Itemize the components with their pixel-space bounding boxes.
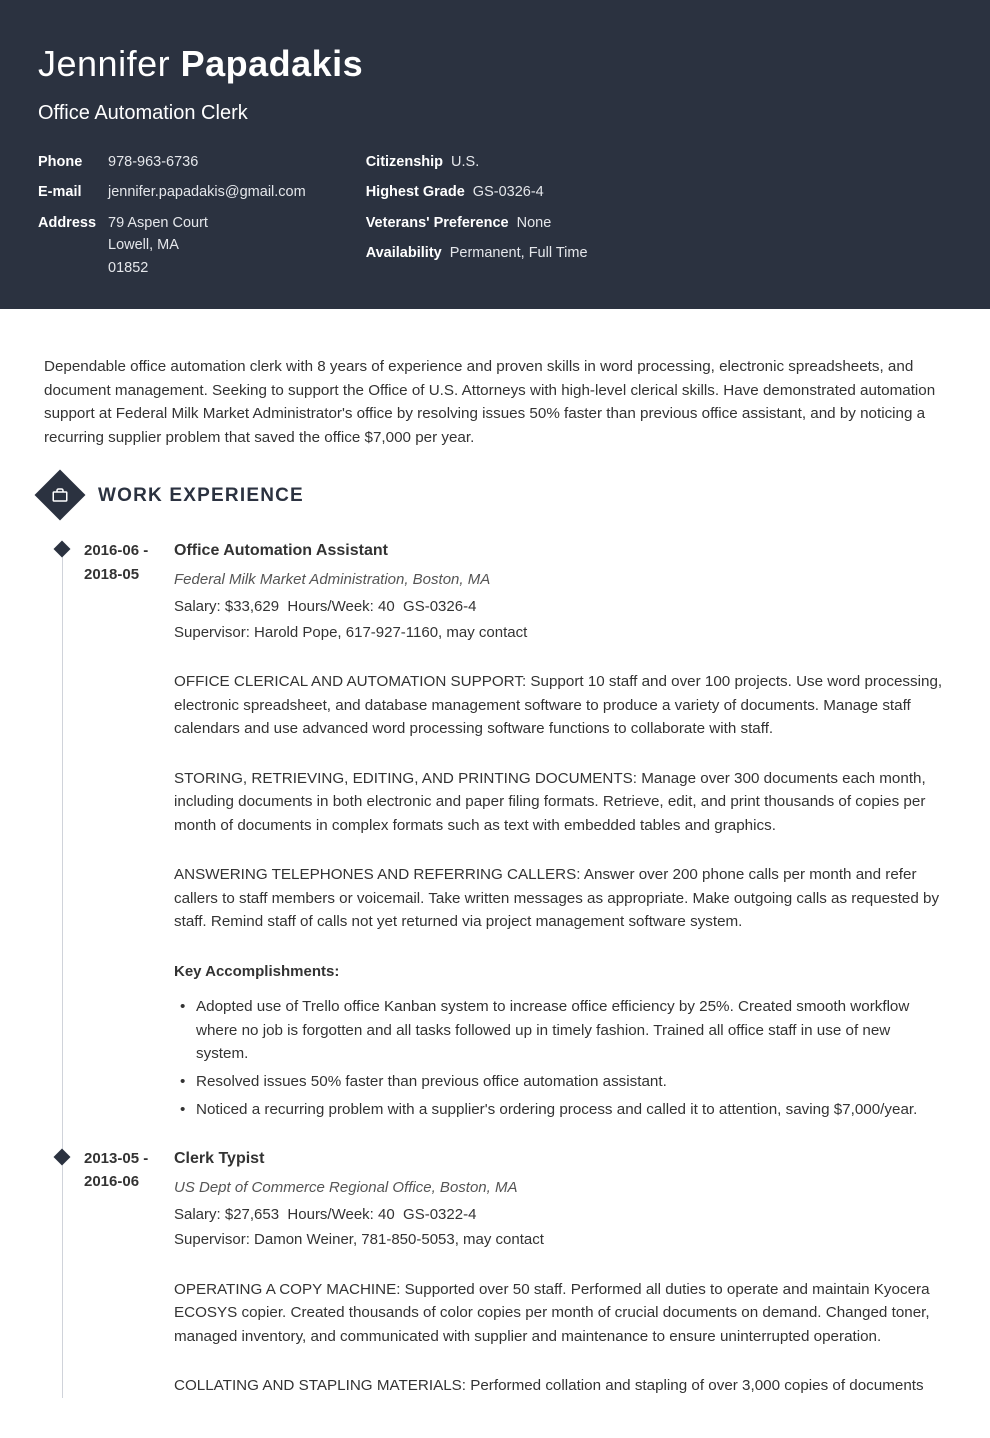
citizenship-row: Citizenship U.S. — [366, 151, 588, 173]
job-supervisor: Supervisor: Harold Pope, 617-927-1160, m… — [174, 621, 946, 644]
address-row: Address 79 Aspen Court Lowell, MA 01852 — [38, 212, 306, 279]
first-name: Jennifer — [38, 43, 170, 84]
job-meta: Salary: $27,653Hours/Week: 40GS-0322-4 — [174, 1203, 946, 1226]
job-salary: Salary: $33,629 — [174, 598, 279, 615]
contact-info: Phone 978-963-6736 E-mail jennifer.papad… — [38, 151, 952, 279]
availability-row: Availability Permanent, Full Time — [366, 242, 588, 264]
address-value: 79 Aspen Court Lowell, MA 01852 — [108, 212, 208, 279]
veterans-value: None — [517, 212, 552, 234]
email-value: jennifer.papadakis@gmail.com — [108, 181, 306, 203]
grade-value: GS-0326-4 — [473, 181, 544, 203]
veterans-label: Veterans' Preference — [366, 212, 509, 234]
veterans-row: Veterans' Preference None — [366, 212, 588, 234]
list-item: Resolved issues 50% faster than previous… — [178, 1070, 946, 1094]
list-item: Noticed a recurring problem with a suppl… — [178, 1098, 946, 1122]
job-grade: GS-0322-4 — [395, 1206, 477, 1223]
job-org: US Dept of Commerce Regional Office, Bos… — [174, 1176, 946, 1199]
job-entry: 2016-06 - 2018-05 Office Automation Assi… — [62, 539, 946, 1125]
summary-paragraph: Dependable office automation clerk with … — [44, 355, 946, 449]
email-label: E-mail — [38, 181, 100, 203]
job-hours: Hours/Week: 40 — [279, 1206, 395, 1223]
job-meta: Salary: $33,629Hours/Week: 40GS-0326-4 — [174, 595, 946, 618]
resume-body: Dependable office automation clerk with … — [0, 309, 990, 1438]
list-item: Adopted use of Trello office Kanban syst… — [178, 995, 946, 1066]
address-label: Address — [38, 212, 100, 279]
section-title: WORK EXPERIENCE — [98, 481, 304, 510]
briefcase-icon — [35, 470, 86, 521]
job-para: OPERATING A COPY MACHINE: Supported over… — [174, 1278, 946, 1349]
resume-header: Jennifer Papadakis Office Automation Cle… — [0, 0, 990, 309]
phone-label: Phone — [38, 151, 100, 173]
section-header: WORK EXPERIENCE — [44, 477, 946, 513]
availability-label: Availability — [366, 242, 442, 264]
grade-row: Highest Grade GS-0326-4 — [366, 181, 588, 203]
address-line2: Lowell, MA — [108, 234, 208, 256]
phone-row: Phone 978-963-6736 — [38, 151, 306, 173]
bullet-list: Adopted use of Trello office Kanban syst… — [174, 995, 946, 1121]
job-dates: 2016-06 - 2018-05 — [62, 539, 150, 1125]
job-entry: 2013-05 - 2016-06 Clerk Typist US Dept o… — [62, 1147, 946, 1398]
job-dates: 2013-05 - 2016-06 — [62, 1147, 150, 1398]
job-para: COLLATING AND STAPLING MATERIALS: Perfor… — [174, 1374, 946, 1398]
citizenship-value: U.S. — [451, 151, 479, 173]
availability-value: Permanent, Full Time — [450, 242, 588, 264]
job-para: ANSWERING TELEPHONES AND REFERRING CALLE… — [174, 863, 946, 934]
key-accomplishments-label: Key Accomplishments: — [174, 960, 946, 983]
job-title: Clerk Typist — [174, 1147, 946, 1172]
contact-right-col: Citizenship U.S. Highest Grade GS-0326-4… — [366, 151, 588, 279]
citizenship-label: Citizenship — [366, 151, 443, 173]
email-row: E-mail jennifer.papadakis@gmail.com — [38, 181, 306, 203]
job-para: STORING, RETRIEVING, EDITING, AND PRINTI… — [174, 767, 946, 838]
job-para: OFFICE CLERICAL AND AUTOMATION SUPPORT: … — [174, 670, 946, 741]
address-line1: 79 Aspen Court — [108, 212, 208, 234]
job-grade: GS-0326-4 — [395, 598, 477, 615]
job-salary: Salary: $27,653 — [174, 1206, 279, 1223]
job-title-header: Office Automation Clerk — [38, 98, 952, 129]
job-supervisor: Supervisor: Damon Weiner, 781-850-5053, … — [174, 1228, 946, 1251]
timeline: 2016-06 - 2018-05 Office Automation Assi… — [62, 539, 946, 1397]
last-name: Papadakis — [181, 43, 364, 84]
job-org: Federal Milk Market Administration, Bost… — [174, 568, 946, 591]
job-hours: Hours/Week: 40 — [279, 598, 395, 615]
phone-value: 978-963-6736 — [108, 151, 198, 173]
job-body: Clerk Typist US Dept of Commerce Regiona… — [174, 1147, 946, 1398]
address-line3: 01852 — [108, 257, 208, 279]
job-body: Office Automation Assistant Federal Milk… — [174, 539, 946, 1125]
person-name: Jennifer Papadakis — [38, 36, 952, 92]
contact-left-col: Phone 978-963-6736 E-mail jennifer.papad… — [38, 151, 306, 279]
job-title: Office Automation Assistant — [174, 539, 946, 564]
work-experience-section: WORK EXPERIENCE 2016-06 - 2018-05 Office… — [44, 477, 946, 1397]
grade-label: Highest Grade — [366, 181, 465, 203]
